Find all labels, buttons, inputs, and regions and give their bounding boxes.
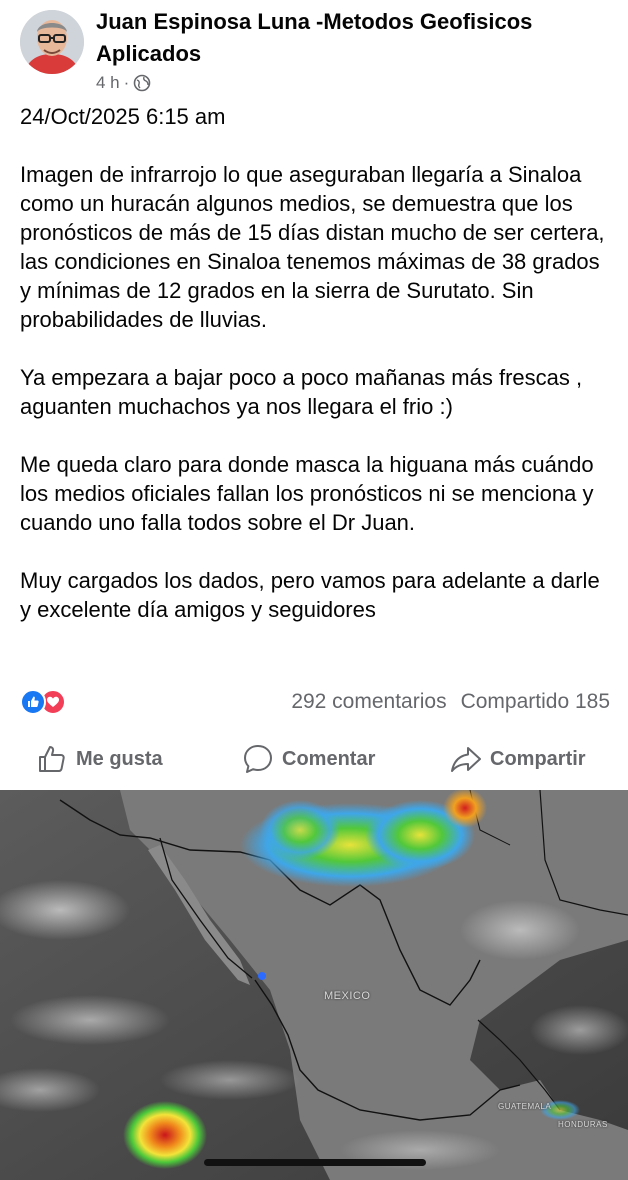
share-arrow-icon (451, 747, 481, 772)
share-label: Compartir (490, 747, 586, 770)
engagement-counts: 292 comentarios Compartido 185 (291, 690, 610, 714)
post-paragraph: Imagen de infrarrojo lo que aseguraban l… (20, 162, 605, 332)
post-header: Juan Espinosa Luna -Metodos Geofisicos A… (0, 0, 628, 100)
post-stats: 292 comentarios Compartido 185 (20, 687, 610, 717)
reaction-summary[interactable] (20, 689, 66, 715)
share-button[interactable]: Compartir (450, 743, 586, 775)
post-text: 24/Oct/2025 6:15 am Imagen de infrarrojo… (20, 102, 616, 653)
author-name[interactable]: Juan Espinosa Luna -Metodos Geofisicos A… (96, 6, 616, 70)
location-marker-icon (258, 972, 266, 980)
comments-count[interactable]: 292 comentarios (291, 690, 446, 714)
like-button[interactable]: Me gusta (36, 743, 163, 775)
meta-separator: · (123, 73, 130, 92)
comment-button[interactable]: Comentar (242, 743, 375, 775)
comment-icon (244, 745, 272, 773)
author-avatar[interactable] (20, 10, 84, 74)
map-label-mexico: MEXICO (324, 990, 371, 1002)
infrared-satellite-image[interactable]: MEXICO GUATEMALA HONDURAS (0, 790, 628, 1180)
shares-count[interactable]: Compartido 185 (461, 690, 610, 714)
post-paragraph: Me queda claro para donde masca la higua… (20, 452, 594, 535)
post-paragraph: Ya empezara a bajar poco a poco mañanas … (20, 365, 583, 419)
post-date-line: 24/Oct/2025 6:15 am (20, 104, 226, 129)
home-indicator[interactable] (204, 1159, 426, 1166)
map-label-honduras: HONDURAS (558, 1120, 608, 1129)
map-label-guatemala: GUATEMALA (498, 1102, 552, 1111)
post-paragraph: Muy cargados los dados, pero vamos para … (20, 568, 600, 622)
comment-label: Comentar (282, 747, 376, 770)
like-label: Me gusta (76, 747, 163, 770)
post-time[interactable]: 4 h (96, 73, 120, 93)
post-meta: 4 h · (96, 73, 151, 93)
thumbs-up-icon (39, 746, 65, 772)
like-reaction-icon (20, 689, 46, 715)
post-actions: Me gusta Comentar Compartir (0, 736, 628, 782)
globe-icon (133, 74, 151, 92)
